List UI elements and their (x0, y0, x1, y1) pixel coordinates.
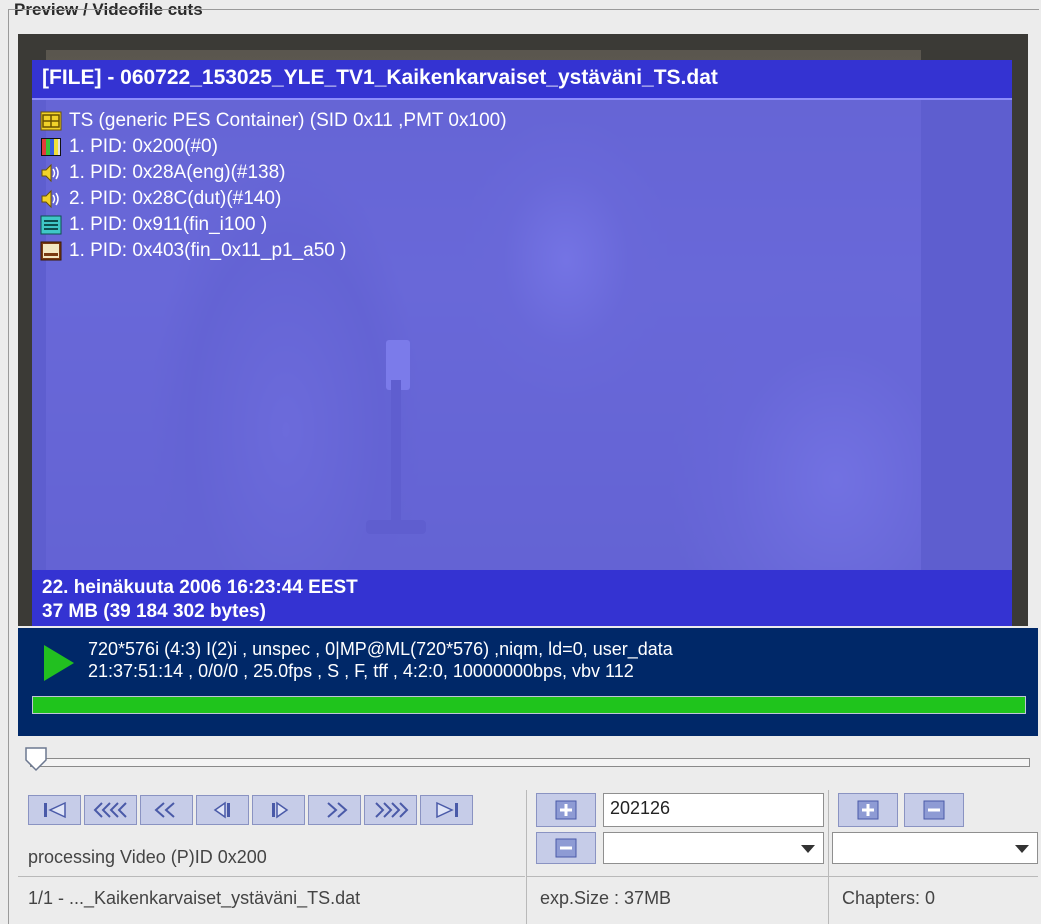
position-slider-thumb[interactable] (24, 746, 48, 772)
minus-icon (923, 800, 945, 820)
stream-label: 1. PID: 0x403(fin_0x11_p1_a50 ) (69, 240, 347, 261)
stream-row: TS (generic PES Container) (SID 0x11 ,PM… (40, 108, 507, 134)
file-size: 37 MB (39 184 302 bytes) (42, 601, 266, 622)
stream-row: 1. PID: 0x28A(eng)(#138) (40, 160, 507, 186)
stream-label: TS (generic PES Container) (SID 0x11 ,PM… (69, 110, 507, 131)
video-preview: [FILE] - 060722_153025_YLE_TV1_Kaikenkar… (18, 34, 1028, 626)
divider (828, 790, 829, 924)
file-title: [FILE] - 060722_153025_YLE_TV1_Kaikenkar… (42, 66, 718, 89)
chapters-count: Chapters: 0 (842, 888, 936, 908)
position-slider-track[interactable] (30, 758, 1030, 767)
add-cut-button[interactable] (536, 793, 596, 827)
forward-icon (326, 802, 348, 818)
stream-list: TS (generic PES Container) (SID 0x11 ,PM… (40, 108, 507, 264)
divider (527, 876, 1038, 877)
play-icon[interactable] (44, 645, 74, 681)
video-info-line2: 21:37:51:14 , 0/0/0 , 25.0fps , S , F, t… (88, 661, 634, 681)
file-title-bar: [FILE] - 060722_153025_YLE_TV1_Kaikenkar… (32, 60, 1012, 100)
file-details: 22. heinäkuuta 2006 16:23:44 EEST 37 MB … (32, 570, 1012, 626)
add-chapter-button[interactable] (838, 793, 898, 827)
teletext-icon (40, 215, 62, 235)
go-last-button[interactable] (420, 795, 473, 825)
minus-icon (555, 838, 577, 858)
file-date: 22. heinäkuuta 2006 16:23:44 EEST (42, 577, 358, 598)
forward-button[interactable] (308, 795, 361, 825)
chapters-dropdown[interactable] (832, 832, 1038, 864)
plus-icon (555, 800, 577, 820)
forward-fast-icon (374, 802, 408, 818)
stream-row: 1. PID: 0x911(fin_i100 ) (40, 212, 507, 238)
last-icon (435, 801, 458, 819)
container-icon (40, 111, 62, 131)
remove-chapter-button[interactable] (904, 793, 964, 827)
file-info-overlay: [FILE] - 060722_153025_YLE_TV1_Kaikenkar… (32, 60, 1012, 626)
file-index-label: 1/1 - ..._Kaikenkarvaiset_ystäväni_TS.da… (28, 888, 361, 908)
remove-cut-button[interactable] (536, 832, 596, 864)
step-forward-button[interactable] (252, 795, 305, 825)
stream-label: 2. PID: 0x28C(dut)(#140) (69, 188, 282, 209)
audio-stream-icon (40, 163, 62, 183)
rewind-button[interactable] (140, 795, 193, 825)
cut-points-dropdown[interactable] (603, 832, 824, 864)
stream-row: 1. PID: 0x403(fin_0x11_p1_a50 ) (40, 238, 507, 264)
stream-row: 1. PID: 0x200(#0) (40, 134, 507, 160)
divider (18, 876, 525, 877)
first-icon (43, 801, 66, 819)
cut-point-input[interactable]: 202126 (603, 793, 824, 827)
stream-label: 1. PID: 0x200(#0) (69, 136, 218, 157)
chevron-down-icon (1015, 845, 1029, 853)
audio-stream-icon (40, 189, 62, 209)
video-stream-icon (40, 137, 62, 157)
rewind-fast-icon (93, 802, 127, 818)
progress-fill (33, 697, 1025, 713)
step-back-icon (213, 801, 230, 819)
chevron-down-icon (801, 845, 815, 853)
navigation-buttons (28, 795, 473, 825)
rewind-icon (153, 802, 175, 818)
subtitle-icon (40, 241, 62, 261)
go-first-button[interactable] (28, 795, 81, 825)
expected-size: exp.Size : 37MB (540, 888, 672, 908)
step-back-button[interactable] (196, 795, 249, 825)
divider (526, 790, 527, 924)
video-status-panel: 720*576i (4:3) I(2)i , unspec , 0|MP@ML(… (18, 628, 1038, 736)
forward-fast-button[interactable] (364, 795, 417, 825)
processing-status: processing Video (P)ID 0x200 (28, 847, 267, 867)
stream-label: 1. PID: 0x28A(eng)(#138) (69, 162, 286, 183)
video-info-line1: 720*576i (4:3) I(2)i , unspec , 0|MP@ML(… (88, 639, 673, 659)
stream-label: 1. PID: 0x911(fin_i100 ) (69, 214, 268, 235)
rewind-fast-button[interactable] (84, 795, 137, 825)
stream-row: 2. PID: 0x28C(dut)(#140) (40, 186, 507, 212)
step-forward-icon (271, 801, 288, 819)
plus-icon (857, 800, 879, 820)
progress-bar (32, 696, 1026, 714)
